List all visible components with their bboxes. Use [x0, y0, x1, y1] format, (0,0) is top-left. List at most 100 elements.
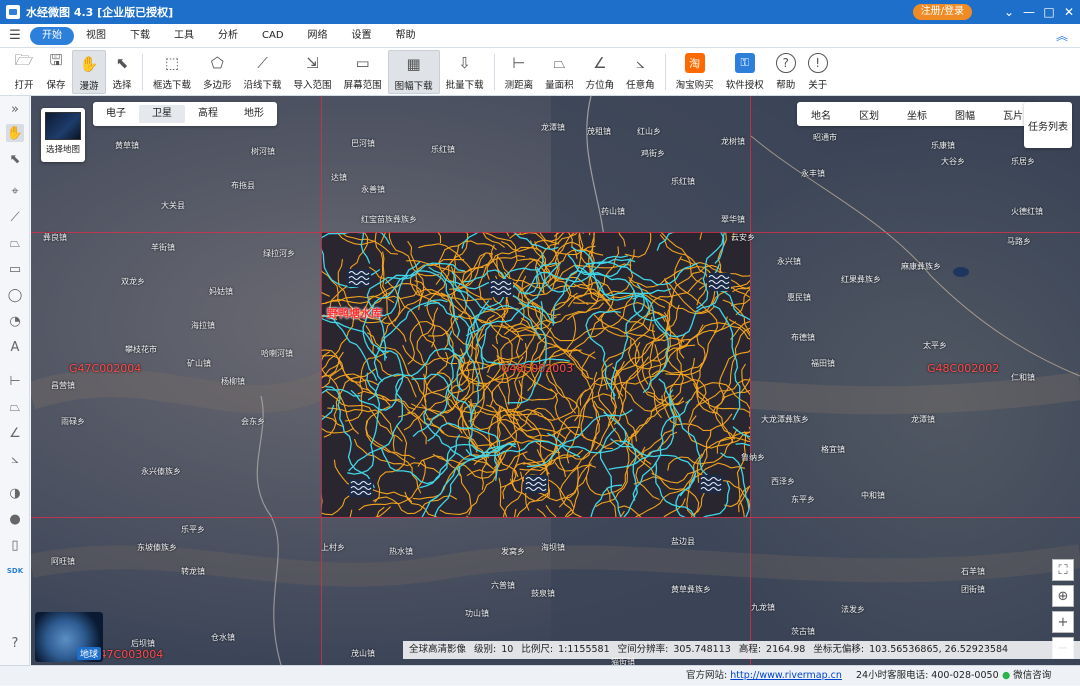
measure-distance-button[interactable]: ⊢ 测距离 [499, 50, 540, 94]
minimize-icon[interactable]: — [1018, 0, 1040, 24]
locate-icon[interactable]: ⊕ [1052, 585, 1074, 607]
menu-start[interactable]: 开始 [30, 26, 74, 45]
maximize-icon[interactable]: □ [1038, 0, 1060, 24]
login-button[interactable]: 注册/登录 [912, 4, 972, 20]
place-name: 云安乡 [731, 233, 755, 242]
menu-view[interactable]: 视图 [74, 27, 118, 45]
open-label: 打开 [14, 79, 34, 91]
collapse-ribbon-icon[interactable]: ︽ [1056, 27, 1068, 44]
license-button[interactable]: ⚿ 软件授权 [720, 50, 770, 94]
polygon-button[interactable]: ⬠ 多边形 [197, 50, 238, 94]
sheet-grid-line [31, 232, 1080, 233]
place-name: 大龙潭彝族乡 [761, 415, 809, 424]
screen-range-button[interactable]: ▭ 屏幕范围 [338, 50, 388, 94]
batch-download-button[interactable]: ⇩ 批量下载 [440, 50, 490, 94]
menu-help[interactable]: 帮助 [384, 27, 428, 45]
import-range-button[interactable]: ⇲ 导入范围 [288, 50, 338, 94]
wechat-consult-button[interactable]: 微信咨询 [1002, 666, 1051, 686]
batch-download-label: 批量下载 [445, 79, 484, 91]
phone-icon[interactable]: ▯ [6, 536, 24, 554]
tab-coordinates[interactable]: 坐标 [893, 107, 941, 122]
taobao-buy-button[interactable]: 淘淘宝购买 [670, 50, 720, 94]
pan-button[interactable]: ✋ 漫游 [72, 49, 106, 94]
about-button[interactable]: ! 关于 [802, 50, 834, 94]
menu-network[interactable]: 网络 [296, 27, 340, 45]
taobao-buy-label: 淘宝购买 [675, 79, 714, 91]
place-name: 黄草彝族乡 [671, 585, 711, 594]
ruler-tool-icon[interactable]: ⊢ [6, 372, 24, 390]
map-view[interactable]: 巴河镇 龙潭镇 茂租镇 红山乡 龙树镇 昭通市 黄草镇 树河镇 乐红镇 鸡街乡 大谷乡 乐居乡 乐康镇布… [31, 96, 1080, 665]
sector-tool-icon[interactable]: ◔ [6, 312, 24, 330]
site-link[interactable]: http://www.rivermap.cn [730, 670, 842, 681]
place-name: 马路乡 [1007, 237, 1031, 246]
sheet-download-button[interactable]: ▦ 图幅下载 [387, 49, 440, 94]
globe-switch-button[interactable]: 地球 [35, 612, 103, 662]
menu-cad[interactable]: CAD [250, 27, 296, 45]
line-download-button[interactable]: ⟋ 沿线下载 [238, 50, 288, 94]
save-button[interactable]: 🖫 保存 [40, 50, 72, 94]
azimuth-button[interactable]: ∠ 方位角 [580, 50, 621, 94]
any-angle-button[interactable]: ⦣ 任意角 [620, 50, 661, 94]
angle-tool-icon[interactable]: ⦣ [6, 450, 24, 468]
hamburger-menu-icon[interactable]: ☰ [0, 28, 30, 43]
expand-icon[interactable]: » [6, 100, 24, 118]
box-download-button[interactable]: ⬚ 框选下载 [147, 50, 197, 94]
map-type-terrain[interactable]: 地形 [231, 105, 277, 123]
help-circle-icon[interactable]: ? [6, 634, 24, 652]
place-name: 达镇 [331, 173, 347, 182]
place-name: 哈喇河镇 [261, 349, 293, 358]
area-tool-icon[interactable]: ⏢ [6, 398, 24, 416]
menu-bar: ☰ 开始 视图 下载 工具 分析 CAD 网络 设置 帮助 ︽ [0, 24, 1080, 48]
menu-download[interactable]: 下载 [118, 27, 162, 45]
place-name: 海拉镇 [191, 321, 215, 330]
place-name: 矿山镇 [187, 359, 211, 368]
map-type-satellite[interactable]: 卫星 [139, 105, 185, 123]
save-label: 保存 [46, 79, 66, 91]
sheet-grid-line [31, 517, 1080, 518]
color-tool-icon[interactable]: ◑ [6, 484, 24, 502]
polyline-tool-icon[interactable]: ⟋ [6, 208, 24, 226]
pan-tool-icon[interactable]: ✋ [6, 124, 24, 142]
menu-tools[interactable]: 工具 [162, 27, 206, 45]
marker-tool-icon[interactable]: ⌖ [6, 182, 24, 200]
map-type-electronic[interactable]: 电子 [93, 105, 139, 123]
text-tool-icon[interactable]: A [6, 338, 24, 356]
select-tool-icon[interactable]: ⬉ [6, 150, 24, 168]
polygon-tool-icon[interactable]: ⏢ [6, 234, 24, 252]
help-button[interactable]: ? 帮助 [770, 50, 802, 94]
close-icon[interactable]: ✕ [1058, 0, 1080, 24]
place-name: 麻康彝族乡 [901, 262, 941, 271]
place-name: 太平乡 [923, 341, 947, 350]
status-scale-label: 比例尺: [521, 644, 554, 655]
status-elevation-label: 高程: [738, 644, 762, 655]
menu-analysis[interactable]: 分析 [206, 27, 250, 45]
circle-tool-icon[interactable]: ◯ [6, 286, 24, 304]
map-type-elevation[interactable]: 高程 [185, 105, 231, 123]
place-name: 功山镇 [465, 609, 489, 618]
place-name: 乐居乡 [1011, 157, 1035, 166]
select-button[interactable]: ⬉ 选择 [106, 50, 138, 94]
green-link-icon[interactable]: ● [6, 510, 24, 528]
dropdown-window-icon[interactable]: ⌄ [998, 0, 1020, 24]
place-name: 法发乡 [841, 605, 865, 614]
azimuth-tool-icon[interactable]: ∠ [6, 424, 24, 442]
tab-place-names[interactable]: 地名 [797, 107, 845, 122]
place-name: 永兴傣族乡 [141, 467, 181, 476]
tab-divisions[interactable]: 区划 [845, 107, 893, 122]
task-list-button[interactable]: 任务列表 [1024, 102, 1072, 148]
map-thumbnail [45, 112, 81, 140]
open-button[interactable]: 🗁 打开 [8, 50, 40, 94]
measure-distance-label: 测距离 [504, 79, 534, 91]
fullscreen-icon[interactable]: ⛶ [1052, 559, 1074, 581]
batch-download-icon: ⇩ [458, 53, 471, 72]
rectangle-tool-icon[interactable]: ▭ [6, 260, 24, 278]
taobao-icon: 淘 [684, 52, 705, 73]
sdk-icon[interactable]: SDK [6, 562, 24, 580]
place-name: 攀枝花市 [125, 345, 157, 354]
tab-sheets[interactable]: 图幅 [941, 107, 989, 122]
measure-area-button[interactable]: ⏢ 量面积 [539, 50, 580, 94]
select-map-button[interactable]: 选择地图 [41, 108, 85, 162]
menu-settings[interactable]: 设置 [340, 27, 384, 45]
zoom-in-button[interactable]: + [1052, 611, 1074, 633]
place-name: 仁和镇 [1011, 373, 1035, 382]
